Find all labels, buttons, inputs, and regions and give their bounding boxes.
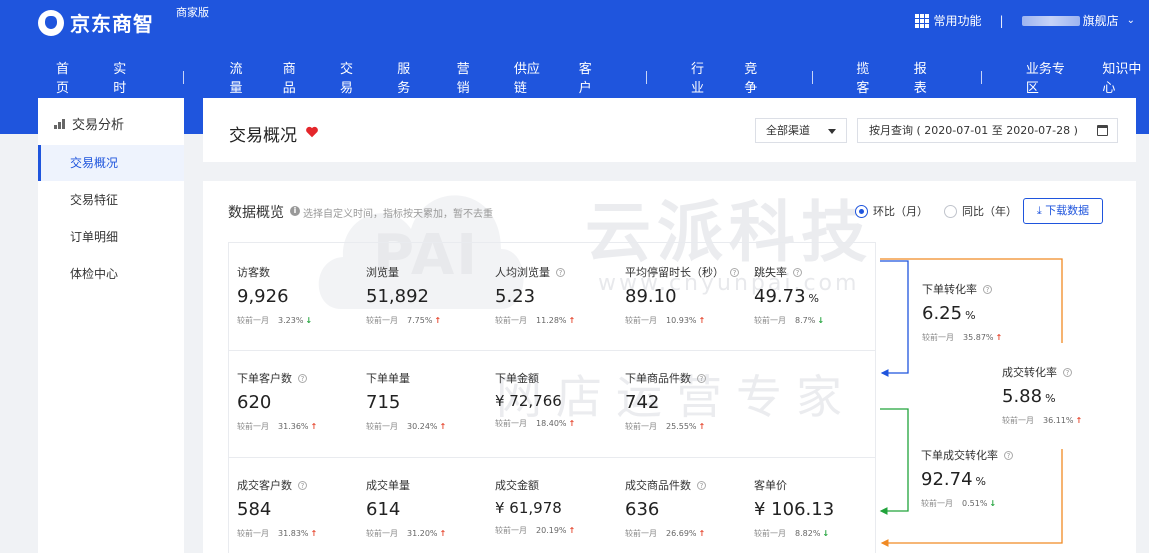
sidebar-item[interactable]: 体检中心 (38, 256, 184, 292)
sidebar: 交易分析 交易概况 交易特征 订单明细 体检中心 (38, 98, 184, 553)
sidebar-item[interactable]: 交易概况 (38, 145, 184, 181)
nav-item[interactable]: 揽客 (856, 58, 879, 96)
nav-item[interactable]: 客户 (579, 58, 602, 96)
jd-logo-icon (38, 9, 64, 36)
compare-percent: 36.11% (1043, 416, 1074, 425)
metric-cell: 下单成交转化率? 92.74% 较前一月 0.51% ↓ (921, 447, 1041, 509)
metric-compare: 较前一月 0.51% ↓ (921, 498, 1041, 509)
date-range-value: 按月查询 ( 2020-07-01 至 2020-07-28 ) (869, 124, 1078, 137)
main-nav: 首页 实时 流量 商品 交易 服务 营销 供应链 客户 行业 竞争 揽客 报表 业务专区 知识中心 (56, 58, 1149, 96)
metric-label-text: 成交转化率 (1002, 366, 1057, 379)
nav-item[interactable]: 报表 (914, 58, 937, 96)
help-icon[interactable]: ? (1063, 368, 1072, 377)
nav-item[interactable]: 流量 (229, 58, 252, 96)
date-range-picker[interactable]: 按月查询 ( 2020-07-01 至 2020-07-28 ) (857, 118, 1118, 143)
brand-edition: 商家版 (176, 6, 209, 19)
metric-unit: % (1045, 392, 1056, 405)
metric-label-text: 下单成交转化率 (921, 449, 998, 462)
arrow-up-icon: ↑ (1075, 416, 1083, 425)
calendar-icon (1097, 125, 1108, 136)
chevron-down-icon[interactable]: ⌄ (1127, 15, 1135, 26)
top-right-bar: 常用功能 | 旗舰店 ⌄ (914, 12, 1135, 29)
metric-value: 6.25% (922, 303, 1042, 324)
nav-item[interactable]: 首页 (56, 58, 79, 96)
nav-item[interactable]: 供应链 (514, 58, 549, 96)
metric-label-text: 下单转化率 (922, 283, 977, 296)
page-title: 交易概况 (229, 126, 297, 146)
metric-compare: 较前一月 35.87% ↑ (922, 332, 1042, 343)
data-overview-card: PAI 云派科技 www.cnyunpai.com 网店运营专家 数据概览 i … (203, 181, 1136, 553)
sidebar-title: 交易分析 (54, 114, 124, 133)
apps-grid-icon (914, 13, 929, 28)
arrow-up-icon: ↑ (995, 333, 1003, 342)
caret-down-icon (828, 129, 836, 134)
metric-value-text: 92.74 (921, 469, 973, 490)
flow-arrow-blue (880, 260, 909, 377)
page-header-card: 交易概况 全部渠道 按月查询 ( 2020-07-01 至 2020-07-28… (203, 98, 1136, 162)
nav-divider (182, 70, 184, 84)
channel-select[interactable]: 全部渠道 (755, 118, 847, 143)
help-icon[interactable]: ? (1004, 451, 1013, 460)
metric-label: 下单成交转化率? (921, 447, 1041, 463)
brand-logo[interactable]: 京东商智 (38, 8, 154, 37)
nav-item[interactable]: 实时 (113, 58, 136, 96)
nav-divider (980, 70, 982, 84)
nav-item[interactable]: 商品 (283, 58, 306, 96)
compare-label: 较前一月 (921, 499, 953, 508)
metric-cell: 下单转化率? 6.25% 较前一月 35.87% ↑ (922, 281, 1042, 343)
arrow-down-icon: ↓ (989, 499, 997, 508)
channel-select-value: 全部渠道 (766, 124, 810, 137)
brand-name: 京东商智 (70, 12, 154, 36)
compare-percent: 0.51% (962, 499, 988, 508)
help-icon[interactable]: ? (983, 285, 992, 294)
flow-arrow-green (879, 408, 909, 515)
compare-label: 较前一月 (1002, 416, 1034, 425)
heart-icon[interactable] (305, 125, 319, 139)
sidebar-item[interactable]: 交易特征 (38, 182, 184, 218)
metric-label: 下单转化率? (922, 281, 1042, 297)
nav-item[interactable]: 竞争 (744, 58, 767, 96)
common-functions-link[interactable]: 常用功能 (934, 12, 982, 29)
metric-unit: % (975, 475, 986, 488)
store-name-blurred (1021, 15, 1080, 26)
metric-compare: 较前一月 36.11% ↑ (1002, 415, 1122, 426)
nav-item[interactable]: 交易 (340, 58, 363, 96)
metric-value-text: 5.88 (1002, 386, 1043, 407)
metric-unit: % (965, 309, 976, 322)
metric-value-text: 6.25 (922, 303, 963, 324)
nav-item[interactable]: 知识中心 (1102, 58, 1149, 96)
nav-item[interactable]: 服务 (397, 58, 420, 96)
nav-item[interactable]: 行业 (691, 58, 714, 96)
nav-divider (646, 70, 647, 84)
metric-value: 5.88% (1002, 386, 1122, 407)
nav-divider (811, 70, 813, 84)
top-divider: | (999, 13, 1004, 28)
sidebar-item[interactable]: 订单明细 (38, 219, 184, 255)
sidebar-title-label: 交易分析 (72, 118, 125, 133)
metric-label: 成交转化率? (1002, 364, 1122, 380)
bar-chart-icon (54, 118, 66, 129)
store-name-label[interactable]: 旗舰店 (1083, 12, 1119, 29)
nav-item[interactable]: 业务专区 (1026, 58, 1073, 96)
nav-item[interactable]: 营销 (457, 58, 480, 96)
metric-cell: 成交转化率? 5.88% 较前一月 36.11% ↑ (1002, 364, 1122, 426)
compare-label: 较前一月 (922, 333, 954, 342)
metric-value: 92.74% (921, 469, 1041, 490)
compare-percent: 35.87% (963, 333, 994, 342)
